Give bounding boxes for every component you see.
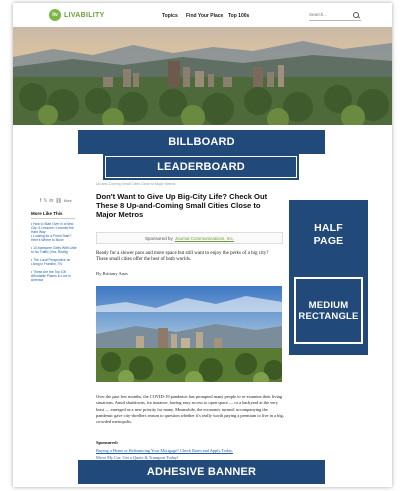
medium-rectangle-ad[interactable]: MEDIUM RECTANGLE: [294, 277, 363, 344]
share-more-button[interactable]: More: [64, 199, 72, 203]
adhesive-banner-ad-label: ADHESIVE BANNER: [146, 466, 257, 478]
article-city-illustration: [96, 286, 282, 382]
half-page-ad-label: HALF PAGE: [314, 222, 344, 248]
billboard-ad[interactable]: BILLBOARD: [78, 130, 325, 154]
rail-item[interactable]: The Local Perspective on Living in Frank…: [31, 258, 77, 266]
twitter-icon[interactable]: 𝕏: [43, 198, 47, 204]
article-title: Don't Want to Give Up Big-City Life? Che…: [96, 192, 268, 219]
sponsor-prefix: Sponsored by: [144, 235, 173, 241]
sponsored-links-label: Sponsored:: [96, 440, 119, 445]
medium-rectangle-ad-line2: RECTANGLE: [298, 310, 359, 322]
adhesive-banner-ad[interactable]: ADHESIVE BANNER: [78, 460, 325, 484]
sponsor-link[interactable]: Journal Communications, Inc.: [175, 236, 234, 241]
link-icon[interactable]: ⛓: [55, 198, 61, 204]
logo-text: LIVABILITY: [64, 11, 105, 19]
hero-image: [13, 27, 392, 125]
rail-item[interactable]: Looking for a Fresh Start? Here's Where …: [31, 234, 77, 242]
leaderboard-ad[interactable]: LEADERBOARD: [103, 154, 299, 180]
billboard-ad-label: BILLBOARD: [168, 136, 235, 148]
nav-topics[interactable]: Topics: [162, 13, 178, 19]
medium-rectangle-ad-label: MEDIUM RECTANGLE: [298, 300, 358, 322]
linkedin-icon[interactable]: in: [49, 198, 53, 204]
more-like-this-heading: More Like This: [31, 211, 63, 216]
nav-find-your-place[interactable]: Find Your Place: [186, 13, 223, 19]
sponsor-banner: Sponsored by Journal Communications, Inc…: [96, 232, 283, 244]
half-page-ad-line1: HALF: [314, 222, 343, 234]
search-icon[interactable]: [353, 12, 359, 18]
rail-divider: [31, 218, 75, 219]
top-navigation: liv LIVABILITY Topics Find Your Place To…: [13, 3, 392, 27]
half-page-ad-line2: PAGE: [313, 235, 344, 247]
page-mockup: liv LIVABILITY Topics Find Your Place To…: [13, 3, 392, 487]
logo-mark-icon: liv: [49, 9, 61, 21]
article-body: Over the past few months, the COVID-19 p…: [96, 394, 284, 425]
sponsored-link[interactable]: Buying a Home or Refinancing Your Mortga…: [96, 448, 233, 453]
rail-item[interactable]: These Are the Top 100 Affordable Places …: [31, 270, 77, 282]
share-bar: f 𝕏 in ⛓ More: [40, 198, 72, 204]
nav-top-100s[interactable]: Top 100s: [228, 13, 249, 19]
leaderboard-ad-border: [105, 156, 297, 178]
breadcrumb[interactable]: Up-and-Coming Small Cities Close to Majo…: [96, 182, 175, 186]
hero-cityscape-illustration: [13, 27, 392, 125]
rail-item[interactable]: 10 Awesome Cities With Little to No Traf…: [31, 246, 77, 254]
article-byline: By Brittany Anas: [96, 271, 128, 276]
article-intro: Ready for a slower pace and more space b…: [96, 251, 269, 263]
medium-rectangle-ad-line1: MEDIUM: [308, 299, 349, 311]
rail-item[interactable]: How to Start Over in a New City: 6 Lesso…: [31, 222, 77, 234]
site-logo[interactable]: liv LIVABILITY: [49, 9, 105, 21]
facebook-icon[interactable]: f: [40, 198, 41, 204]
article-image: [96, 286, 282, 382]
